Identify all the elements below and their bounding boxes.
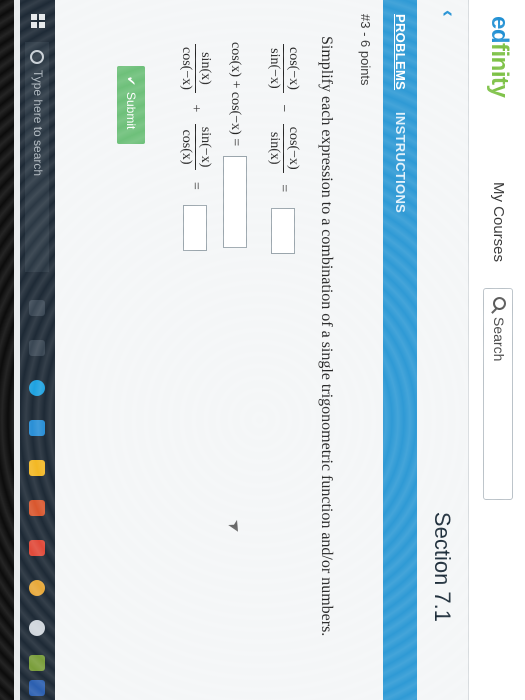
search-button[interactable]: Search — [483, 288, 513, 500]
tab-problems[interactable]: PROBLEMS — [393, 14, 408, 90]
problem-prompt: Simplify each expression to a combinatio… — [318, 36, 335, 637]
tab-bar: PROBLEMS INSTRUCTIONS — [383, 0, 417, 700]
answer-input-2[interactable] — [223, 155, 247, 248]
word-icon[interactable] — [29, 680, 45, 696]
fraction-numerator: sin(−x) — [195, 123, 213, 171]
check-icon: ✔ — [124, 76, 138, 87]
expression-row-2: cos(x) + cos(−x) = — [223, 42, 247, 248]
fraction-denominator: sin(−x) — [267, 48, 282, 89]
problem-points: #3 - 6 points — [358, 14, 373, 86]
task-view-icon[interactable] — [29, 300, 45, 316]
settings-gear-icon[interactable] — [29, 620, 45, 636]
windows-start-icon[interactable] — [31, 14, 45, 28]
chrome-icon[interactable] — [29, 580, 45, 596]
equals-sign: = — [276, 184, 292, 193]
logo-text-accent: finity — [486, 43, 513, 98]
top-navbar: edfinity My Courses Search — [468, 0, 525, 700]
fraction: cos(−x) sin(x) — [266, 123, 301, 173]
expression-row-3: sin(x) cos(−x) + sin(−x) cos(x) = — [178, 42, 213, 252]
search-icon — [493, 297, 506, 310]
taskbar-search-placeholder: Type here to search — [31, 70, 45, 177]
expression-row-1: cos(−x) sin(−x) − cos(−x) sin(x) = — [266, 42, 301, 254]
answer-input-1[interactable] — [271, 207, 296, 254]
search-label: Search — [491, 317, 507, 362]
taskbar-search-input[interactable]: Type here to search — [25, 42, 49, 272]
office-icon[interactable] — [29, 500, 45, 516]
fraction-numerator: sin(x) — [195, 44, 213, 93]
windows-taskbar: Type here to search — [20, 0, 55, 700]
app-icon-red[interactable] — [29, 540, 45, 556]
logo-text: ed — [486, 16, 513, 44]
fraction-denominator: cos(−x) — [179, 47, 194, 90]
operator: − — [276, 104, 292, 113]
store-icon[interactable] — [29, 340, 45, 356]
operator: + — [188, 104, 204, 113]
mail-icon[interactable] — [29, 420, 45, 436]
submit-label: Submit — [124, 92, 138, 130]
fraction: sin(−x) cos(x) — [178, 123, 213, 171]
fraction-numerator: cos(−x) — [283, 123, 301, 173]
edfinity-logo[interactable]: edfinity — [485, 16, 513, 97]
fraction-denominator: sin(x) — [267, 131, 282, 165]
section-title: Section 7.1 — [430, 511, 455, 622]
cortana-icon — [30, 50, 44, 64]
submit-button[interactable]: ✔ Submit — [117, 66, 145, 144]
browser-page: edfinity My Courses Search ‹ Section 7.1… — [20, 0, 525, 700]
app-icon-green[interactable] — [29, 655, 45, 671]
screen-bezel-left — [0, 0, 14, 700]
answer-input-3[interactable] — [183, 205, 208, 252]
tab-instructions[interactable]: INSTRUCTIONS — [393, 112, 408, 213]
laptop-screen: edfinity My Courses Search ‹ Section 7.1… — [0, 0, 525, 700]
equals-sign: = — [188, 181, 204, 190]
edge-icon[interactable] — [29, 380, 45, 396]
fraction-denominator: cos(x) — [179, 129, 194, 165]
fraction: sin(x) cos(−x) — [178, 44, 213, 93]
fraction-numerator: cos(−x) — [283, 44, 301, 93]
mouse-cursor-icon: ➤ — [223, 516, 246, 538]
file-explorer-icon[interactable] — [29, 460, 45, 476]
section-header: Section 7.1 — [417, 0, 467, 700]
fraction: cos(−x) sin(−x) — [266, 44, 301, 93]
expression-text: cos(x) + cos(−x) = — [227, 42, 243, 147]
my-courses-link[interactable]: My Courses — [490, 182, 507, 262]
